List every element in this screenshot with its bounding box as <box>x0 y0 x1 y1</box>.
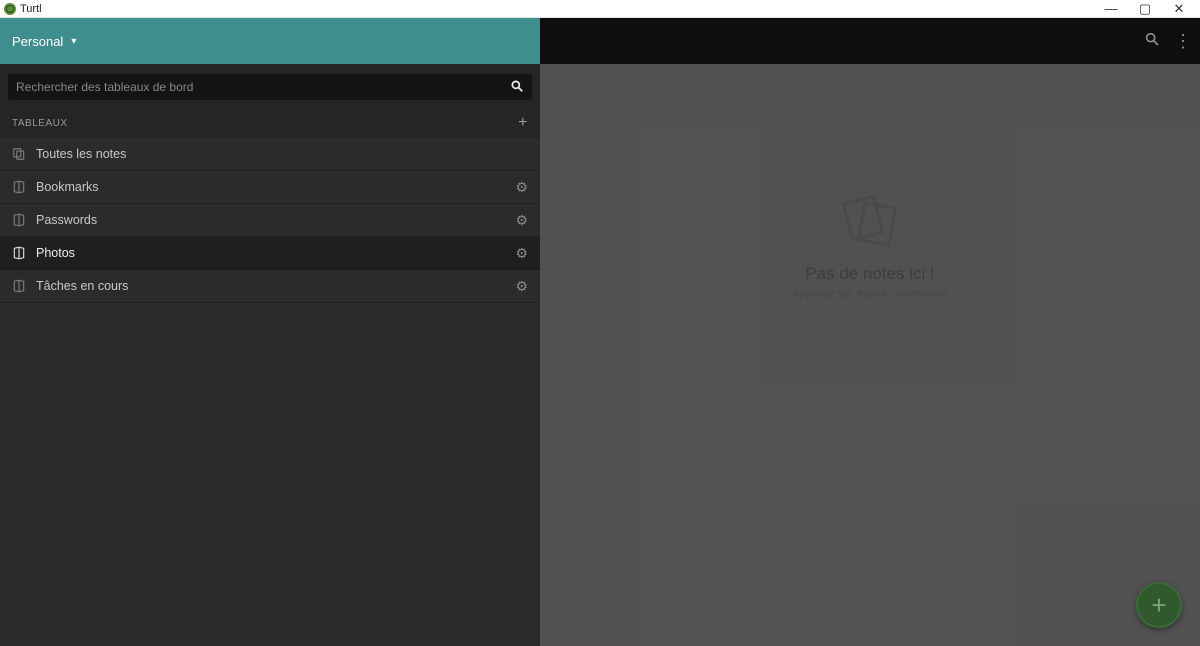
sidebar-item-label: Passwords <box>36 213 97 227</box>
board-icon <box>12 180 26 194</box>
more-menu-button[interactable]: ⋮ <box>1174 31 1190 52</box>
main-body: Pas de notes ici ! Appuyez sur + pour co… <box>540 64 1200 646</box>
board-icon <box>12 246 26 260</box>
empty-sub-post: pour commencer <box>863 288 949 300</box>
sidebar-item-label: Bookmarks <box>36 180 99 194</box>
gear-icon[interactable]: ⚙ <box>515 245 528 262</box>
empty-sub-pre: Appuyez sur <box>792 288 856 300</box>
plus-icon: + <box>1151 590 1166 621</box>
add-board-button[interactable]: + <box>518 114 528 132</box>
search-icon[interactable] <box>1144 31 1160 52</box>
gear-icon[interactable]: ⚙ <box>515 278 528 295</box>
dim-overlay <box>540 64 1200 646</box>
empty-notes-icon <box>840 194 900 250</box>
window-titlebar: Turtl — ▢ ✕ <box>0 0 1200 18</box>
window-maximize-button[interactable]: ▢ <box>1128 1 1162 17</box>
sidebar-item-label: Photos <box>36 246 75 260</box>
sidebar-item-photos[interactable]: Photos ⚙ <box>0 237 540 270</box>
add-note-fab[interactable]: + <box>1136 582 1182 628</box>
window-title: Turtl <box>20 3 42 15</box>
space-selector[interactable]: Personal ▾ <box>0 18 540 64</box>
board-icon <box>12 213 26 227</box>
sidebar-item-label: Tâches en cours <box>36 279 128 293</box>
sidebar-item-all-notes[interactable]: Toutes les notes <box>0 138 540 171</box>
sidebar: Personal ▾ TABLEAUX + Toutes les notes <box>0 18 540 646</box>
search-wrap <box>0 64 540 108</box>
search-input[interactable] <box>16 80 510 94</box>
gear-icon[interactable]: ⚙ <box>515 212 528 229</box>
board-icon <box>12 279 26 293</box>
main-topbar: ⋮ <box>540 18 1200 64</box>
sidebar-item-passwords[interactable]: Passwords ⚙ <box>0 204 540 237</box>
app-icon <box>4 3 16 15</box>
empty-heading: Pas de notes ici ! <box>792 264 948 284</box>
window-minimize-button[interactable]: — <box>1094 1 1128 16</box>
chevron-down-icon: ▾ <box>71 36 76 47</box>
main-area: ⋮ Pas de notes ici ! Appuyez sur + pour … <box>540 18 1200 646</box>
space-name: Personal <box>12 34 63 49</box>
boards-section-label: TABLEAUX <box>12 118 68 129</box>
search-icon[interactable] <box>510 79 524 96</box>
search-box[interactable] <box>8 74 532 100</box>
sidebar-item-bookmarks[interactable]: Bookmarks ⚙ <box>0 171 540 204</box>
sidebar-item-label: Toutes les notes <box>36 147 126 161</box>
boards-section-header: TABLEAUX + <box>0 108 540 138</box>
sidebar-item-taches[interactable]: Tâches en cours ⚙ <box>0 270 540 303</box>
gear-icon[interactable]: ⚙ <box>515 179 528 196</box>
empty-state: Pas de notes ici ! Appuyez sur + pour co… <box>792 194 948 300</box>
window-close-button[interactable]: ✕ <box>1162 1 1196 17</box>
notes-icon <box>12 147 26 161</box>
empty-subtext: Appuyez sur + pour commencer <box>792 288 948 300</box>
